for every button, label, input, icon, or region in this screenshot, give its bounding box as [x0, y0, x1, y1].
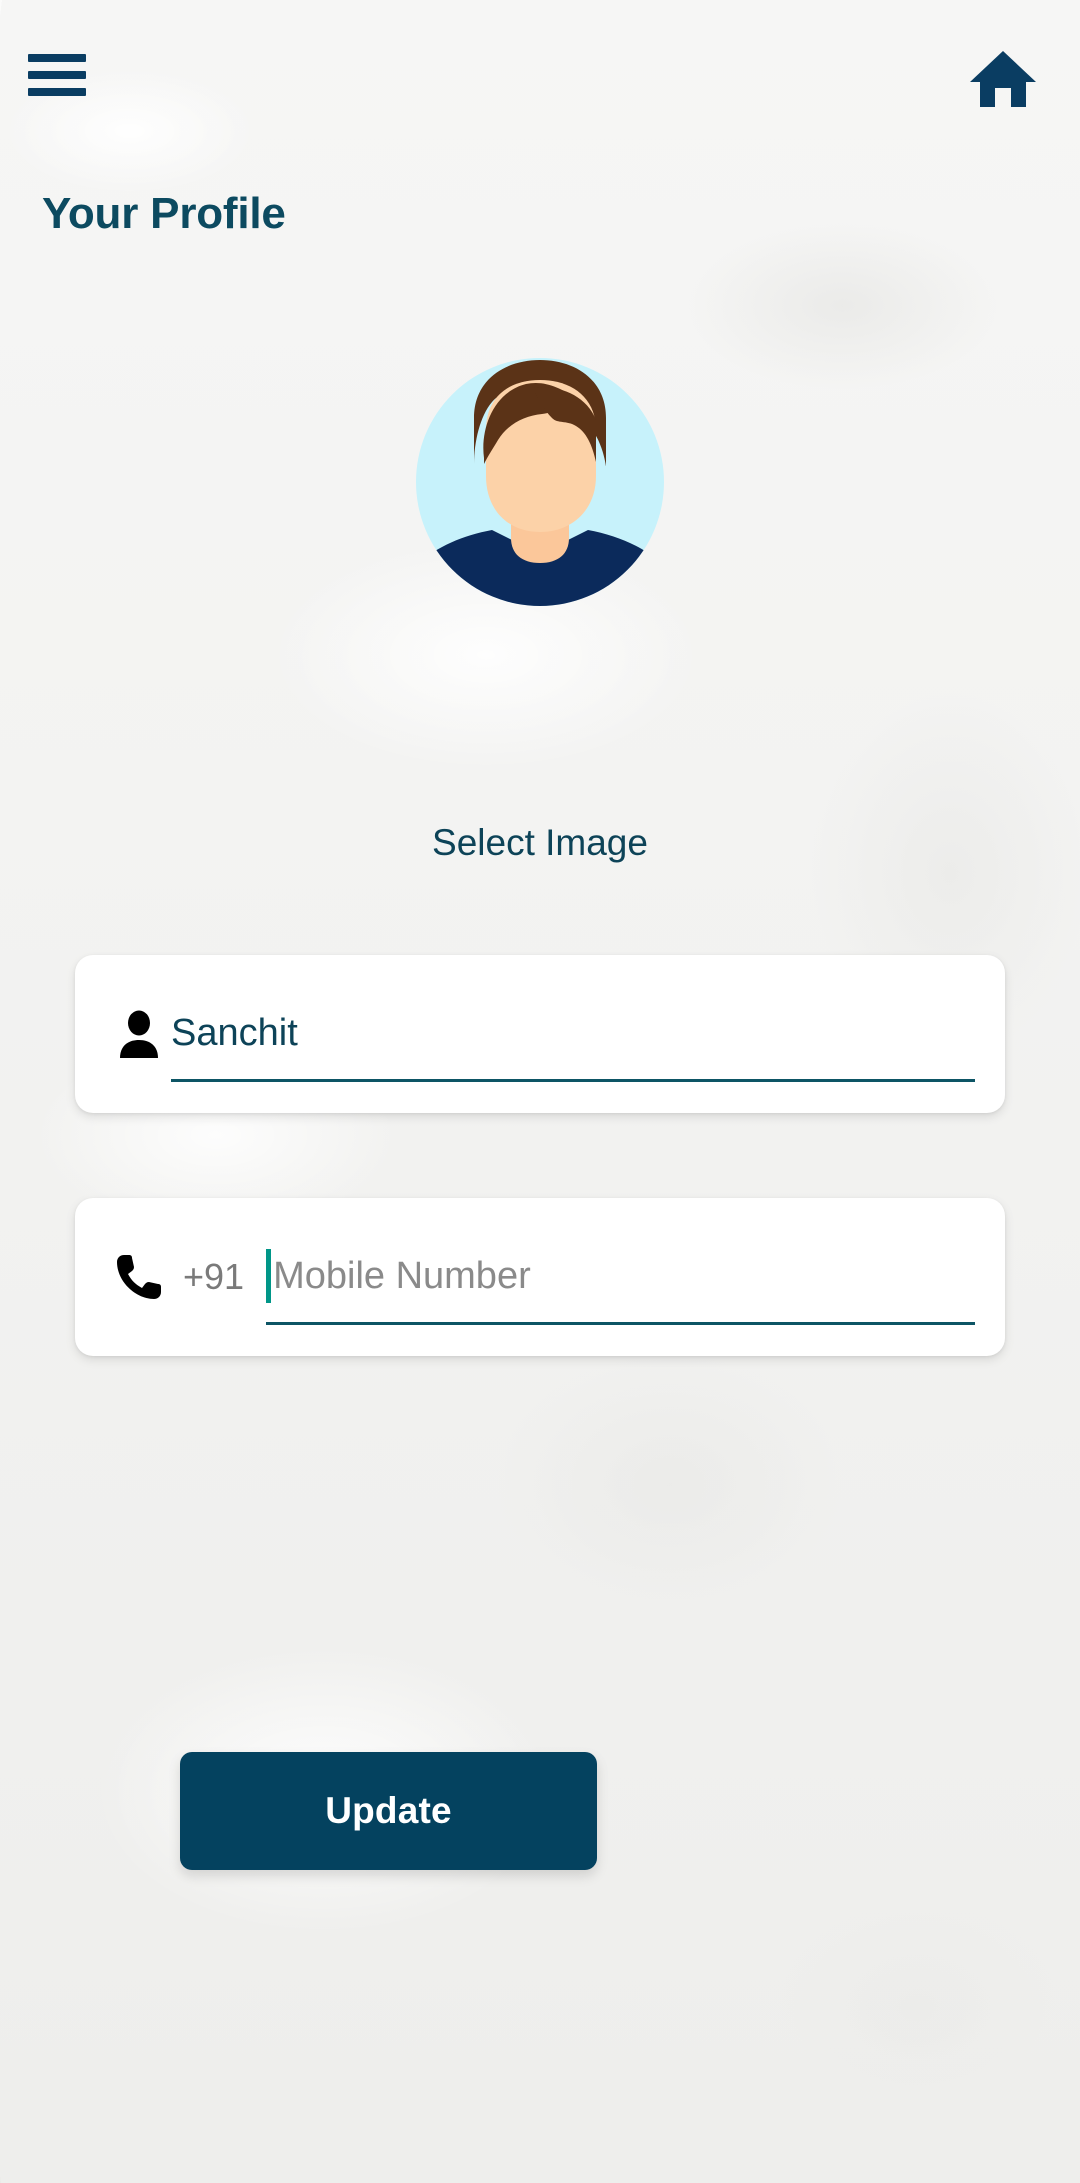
dial-code-label: +91 — [183, 1256, 245, 1297]
name-field-row: Sanchit — [75, 955, 1005, 1113]
avatar-illustration — [416, 358, 664, 606]
phone-underline: Mobile Number — [266, 1229, 975, 1325]
select-image-label[interactable]: Select Image — [0, 822, 1080, 864]
hamburger-bar-1 — [28, 54, 86, 62]
home-icon[interactable] — [968, 48, 1038, 110]
profile-avatar-image[interactable] — [416, 358, 664, 606]
person-icon — [107, 1010, 171, 1058]
phone-input-placeholder[interactable]: Mobile Number — [273, 1257, 531, 1295]
name-underline: Sanchit — [171, 986, 975, 1082]
phone-icon-glyph — [117, 1255, 161, 1299]
text-caret — [266, 1248, 272, 1303]
home-icon-glyph — [970, 51, 1036, 107]
phone-field-card[interactable]: +91 Mobile Number — [75, 1198, 1005, 1356]
hamburger-bar-3 — [28, 88, 86, 96]
profile-screen: Your Profile Select Image Sanchit +91 Mo… — [0, 0, 1080, 2183]
hamburger-menu-icon[interactable] — [28, 52, 90, 100]
phone-field-row: +91 Mobile Number — [75, 1198, 1005, 1356]
hamburger-bar-2 — [28, 71, 86, 79]
phone-icon — [107, 1253, 171, 1301]
page-title: Your Profile — [42, 189, 286, 238]
top-app-bar — [0, 0, 1080, 135]
update-button[interactable]: Update — [180, 1752, 597, 1870]
person-icon-glyph — [120, 1010, 158, 1058]
name-field-card[interactable]: Sanchit — [75, 955, 1005, 1113]
name-input[interactable]: Sanchit — [171, 1014, 975, 1052]
